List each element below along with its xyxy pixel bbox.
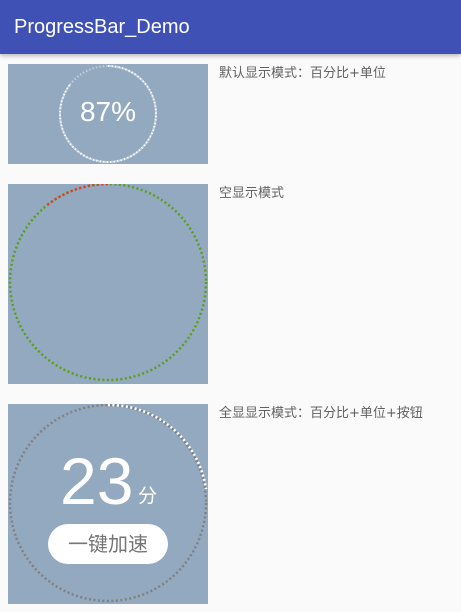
progress-panel-empty [8,184,208,384]
app-bar: ProgressBar_Demo [0,0,461,54]
percent-label: 87% [79,96,137,127]
caption-full-mode: 全显显示模式：百分比+单位+按钮 [219,406,423,421]
caption-default-mode: 默认显示模式：百分比+单位 [219,66,386,81]
caption-empty-mode: 空显示模式 [219,186,285,201]
app-title: ProgressBar_Demo [14,16,190,38]
speed-up-button[interactable]: 一键加速 [48,524,168,564]
progress-panel-full: 23 分 一键加速 [8,404,208,604]
progress-ring-empty [8,184,208,382]
value-unit: 分 [138,485,158,507]
value-number: 23 [60,444,134,518]
progress-panel-default: 87% [8,64,208,164]
